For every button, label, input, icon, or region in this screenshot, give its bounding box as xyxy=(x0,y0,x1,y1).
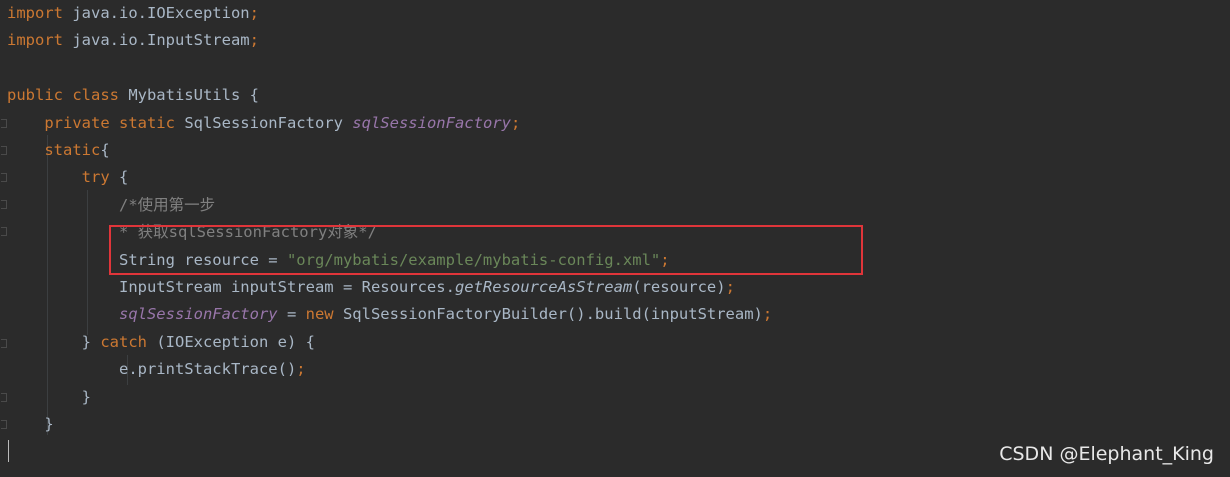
code-line[interactable]: /*使用第一步 xyxy=(0,192,215,219)
code-token: (resource) xyxy=(632,278,726,296)
code-token: static xyxy=(44,141,101,159)
code-token: } xyxy=(7,415,54,433)
code-line[interactable]: } xyxy=(0,384,91,411)
code-token: getResourceAsStream xyxy=(454,278,633,296)
code-token: private static xyxy=(44,113,175,132)
code-token: InputStream inputStream = Resources. xyxy=(7,278,455,296)
code-line[interactable]: InputStream inputStream = Resources.getR… xyxy=(0,274,735,301)
code-line[interactable]: static{ xyxy=(0,137,110,164)
code-token: = xyxy=(277,305,306,324)
code-token: ; xyxy=(296,360,306,379)
code-line[interactable]: try { xyxy=(0,164,129,191)
code-token: java.io.IOException xyxy=(63,4,250,22)
code-token: ; xyxy=(762,305,773,324)
code-token: sqlSessionFactory xyxy=(118,305,278,324)
highlight-box xyxy=(109,225,863,275)
code-token: java.io.InputStream xyxy=(63,31,250,50)
code-token: } xyxy=(7,332,101,351)
code-token: public class xyxy=(7,86,119,105)
code-token: SqlSessionFactoryBuilder().build(inputSt… xyxy=(333,305,763,324)
code-token: import xyxy=(7,31,63,50)
code-line[interactable]: } xyxy=(0,411,54,438)
code-line[interactable]: import java.io.IOException; xyxy=(0,0,259,27)
code-token: SqlSessionFactory xyxy=(174,113,353,132)
code-token: ; xyxy=(249,31,259,50)
code-token: /*使用第一步 xyxy=(118,195,216,214)
code-token: MybatisUtils { xyxy=(118,86,259,105)
code-token: ; xyxy=(249,4,259,22)
code-line[interactable]: sqlSessionFactory = new SqlSessionFactor… xyxy=(0,301,772,328)
code-token: (IOException e) { xyxy=(147,332,315,351)
code-token: sqlSessionFactory xyxy=(352,113,511,132)
code-token: ; xyxy=(725,278,735,296)
code-token: catch xyxy=(100,332,147,351)
code-line[interactable]: e.printStackTrace(); xyxy=(0,356,306,383)
text-caret xyxy=(8,440,9,462)
watermark: CSDN @Elephant_King xyxy=(999,443,1214,465)
code-token: { xyxy=(100,141,110,159)
code-token: ; xyxy=(510,113,521,132)
code-token: e.printStackTrace() xyxy=(7,360,297,379)
code-token: try xyxy=(81,168,110,187)
code-token: { xyxy=(109,168,129,187)
code-line[interactable]: } catch (IOException e) { xyxy=(0,329,315,356)
code-token: import xyxy=(7,4,63,22)
code-line[interactable]: import java.io.InputStream; xyxy=(0,27,259,54)
code-token: new xyxy=(305,305,334,324)
code-line[interactable] xyxy=(0,55,7,82)
code-line[interactable]: private static SqlSessionFactory sqlSess… xyxy=(0,110,520,137)
code-line[interactable]: public class MybatisUtils { xyxy=(0,82,259,109)
code-editor[interactable]: import java.io.IOException; import java.i… xyxy=(0,0,1230,477)
code-token: } xyxy=(7,387,91,406)
